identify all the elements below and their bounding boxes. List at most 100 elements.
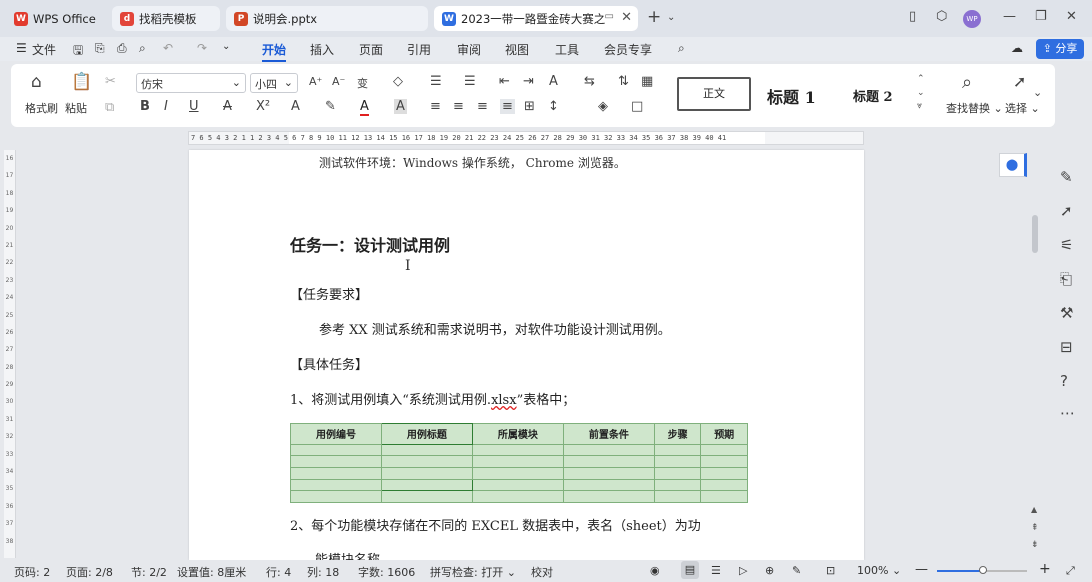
char-shading-icon[interactable]: A (394, 99, 407, 114)
play-icon[interactable]: ▷ (739, 564, 747, 577)
book-icon[interactable]: ⊟ (1060, 338, 1073, 356)
tools-icon[interactable]: ⚒ (1060, 304, 1073, 322)
decrease-indent-icon[interactable]: ⇤ (499, 74, 510, 89)
status-proofread[interactable]: 校对 (531, 564, 553, 580)
italic-icon[interactable]: I (164, 99, 168, 114)
menu-view[interactable]: 视图 (505, 41, 529, 58)
align-left-icon[interactable]: ≡ (430, 99, 441, 114)
horizontal-ruler[interactable]: 7 6 5 4 3 2 1 1 2 3 4 5 6 7 8 9 10 11 12… (188, 131, 864, 145)
help-icon[interactable]: ? (1060, 372, 1068, 390)
font-size-select[interactable]: 小四 ⌄ (250, 73, 298, 93)
embedded-spreadsheet-table[interactable]: 用例编号 用例标题 所属模块 前置条件 步骤 预期 (290, 423, 748, 503)
bold-icon[interactable]: B (140, 99, 150, 114)
pointer-icon[interactable]: ➚ (1060, 202, 1073, 220)
doc-check-icon[interactable]: ⎗ (1060, 270, 1072, 288)
zoom-slider-handle[interactable] (979, 566, 987, 574)
superscript-icon[interactable]: X² (256, 99, 270, 114)
find-icon[interactable]: ⌕ (962, 72, 972, 93)
web-view-icon[interactable]: ⊕ (765, 564, 774, 577)
fit-page-icon[interactable]: ⊡ (826, 564, 835, 577)
tab-wps-office[interactable]: W WPS Office (6, 6, 106, 31)
adjust-sliders-icon[interactable]: ⚟ (1060, 236, 1073, 254)
grow-font-icon[interactable]: A⁺ (309, 75, 322, 88)
status-setting[interactable]: 设置值: 8厘米 (177, 564, 246, 580)
vertical-ruler[interactable]: 16 17 18 19 20 21 22 23 24 25 26 27 28 29 30 31 32 33 34 35… (4, 150, 16, 558)
align-right-icon[interactable]: ≡ (477, 99, 488, 114)
menu-review[interactable]: 审阅 (457, 41, 481, 58)
cloud-icon[interactable]: ☁ (1011, 41, 1023, 55)
paste-icon[interactable]: 📋 (71, 72, 92, 92)
collapse-ribbon-icon[interactable]: ⌄ (1033, 86, 1042, 99)
search-icon[interactable]: ⌕ (678, 41, 685, 56)
eye-icon[interactable]: ◉ (650, 564, 660, 577)
status-column[interactable]: 列: 18 (307, 564, 339, 580)
zoom-slider[interactable] (937, 566, 1027, 574)
close-window-icon[interactable]: ✕ (1066, 9, 1077, 24)
underline-icon[interactable]: U (189, 99, 199, 114)
fullscreen-icon[interactable]: ⤢ (1066, 564, 1075, 578)
justify-icon[interactable]: ≡ (500, 99, 515, 114)
zoom-level[interactable]: 100% ⌄ (857, 564, 901, 577)
numbering-icon[interactable]: ☰ (464, 74, 476, 89)
menu-references[interactable]: 引用 (407, 41, 431, 58)
avatar[interactable]: WP (963, 10, 981, 28)
close-icon[interactable]: ✕ (621, 10, 632, 25)
restore-icon[interactable]: ❐ (1035, 9, 1047, 24)
new-tab-icon[interactable]: + (647, 7, 661, 27)
line-spacing-icon[interactable]: ↕ (548, 99, 559, 114)
font-name-select[interactable]: 仿宋 ⌄ (136, 73, 246, 93)
sort-icon[interactable]: ⇅ (618, 74, 629, 89)
clear-format-icon[interactable]: ◇ (393, 74, 403, 89)
chevron-down-icon[interactable]: ⌄ (222, 41, 230, 52)
find-replace-button[interactable]: 查找替换 ⌄ (946, 100, 1003, 116)
minimize-icon[interactable]: — (1003, 9, 1016, 24)
highlight-icon[interactable]: ✎ (325, 99, 336, 114)
shrink-font-icon[interactable]: A⁻ (332, 75, 345, 88)
page-view-icon[interactable]: ▤ (681, 561, 699, 579)
status-section[interactable]: 节: 2/2 (131, 564, 167, 580)
edit-pen-icon[interactable]: ✎ (1060, 168, 1073, 186)
zoom-in-icon[interactable]: + (1039, 561, 1051, 577)
chevron-down-icon[interactable]: ⌄ (667, 12, 675, 23)
tab-pptx[interactable]: P 说明会.pptx (226, 6, 428, 31)
prev-page-icon[interactable]: ⇞ (1031, 523, 1039, 533)
select-button[interactable]: 选择 ⌄ (1005, 100, 1040, 116)
text-effect-icon[interactable]: A (291, 99, 300, 114)
paste-button[interactable]: 粘贴 (65, 100, 87, 116)
style-normal[interactable]: 正文 (677, 77, 751, 111)
distribute-icon[interactable]: ⊞ (524, 99, 535, 114)
chinese-layout-icon[interactable]: A (549, 74, 558, 89)
export-icon[interactable]: ⎘ (95, 41, 105, 56)
table-lines-icon[interactable]: ▦ (641, 74, 653, 89)
menu-file[interactable]: 文件 (32, 41, 56, 58)
print-preview-icon[interactable]: ⌕ (139, 41, 146, 56)
strikethrough-icon[interactable]: A (223, 99, 232, 114)
document-page[interactable]: 测试软件环境：Windows 操作系统， Chrome 浏览器。 任务一：设计测… (189, 150, 864, 560)
status-spell-check[interactable]: 拼写检查: 打开 ⌄ (430, 564, 516, 580)
zoom-out-icon[interactable]: — (915, 562, 928, 577)
align-center-icon[interactable]: ≡ (453, 99, 464, 114)
borders-icon[interactable]: □ (631, 99, 643, 114)
increase-indent-icon[interactable]: ⇥ (523, 74, 534, 89)
status-page-number[interactable]: 页码: 2 (14, 564, 50, 580)
save-icon[interactable]: 🖫 (73, 41, 83, 62)
more-icon[interactable]: ⋯ (1060, 404, 1075, 422)
location-pin-icon[interactable]: ⬤ (999, 153, 1027, 177)
hamburger-icon[interactable]: ☰ (16, 41, 27, 55)
undo-icon[interactable]: ↶ (163, 41, 173, 55)
tab-template[interactable]: d 找稻壳模板 (112, 6, 220, 31)
style-heading-2[interactable]: 标题 2 (853, 86, 893, 105)
cut-icon[interactable]: ✂ (105, 74, 116, 89)
write-mode-icon[interactable]: ✎ (792, 564, 801, 577)
scroll-up-icon[interactable]: ▲ (1031, 505, 1037, 514)
text-direction-icon[interactable]: ⇆ (584, 74, 595, 89)
next-page-icon[interactable]: ⇟ (1031, 540, 1039, 550)
phonetic-icon[interactable]: 变 (357, 75, 368, 91)
format-painter-button[interactable]: 格式刷 (25, 100, 58, 116)
copy-icon[interactable]: ⧉ (105, 100, 114, 115)
menu-tools[interactable]: 工具 (555, 41, 579, 58)
gallery-up-icon[interactable]: ⌃ (917, 74, 925, 84)
outline-view-icon[interactable]: ☰ (711, 564, 721, 577)
status-word-count[interactable]: 字数: 1606 (358, 564, 415, 580)
gallery-more-icon[interactable]: ⩔ (917, 101, 922, 111)
